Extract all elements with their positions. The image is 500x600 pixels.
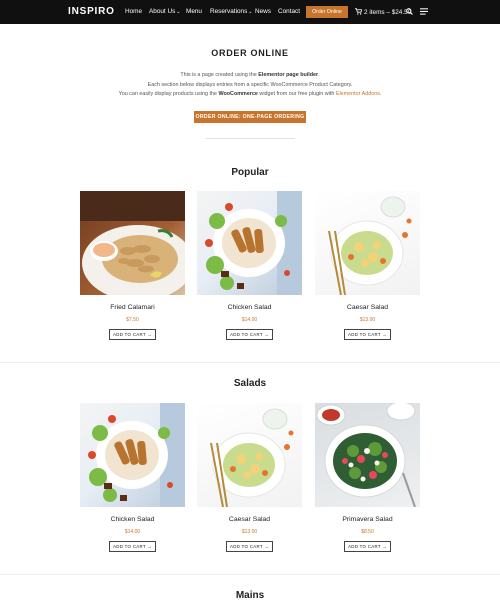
product-card: Caesar Salad $13.00 ADD TO CART →: [315, 191, 420, 340]
product-price: $13.00: [241, 529, 258, 535]
nav-label: Reservations: [210, 8, 248, 15]
intro-text: widget from our free plugin with: [257, 91, 336, 97]
chevron-down-icon: ⌄: [248, 9, 253, 15]
product-price: $14.00: [241, 317, 258, 323]
section-divider: [0, 362, 500, 363]
fried-calamari-illustration: [80, 191, 185, 295]
intro-line-1: This is a page created using the Element…: [0, 72, 500, 78]
chevron-down-icon: ⌄: [176, 9, 181, 15]
section-title-popular: Popular: [231, 167, 269, 178]
product-price: $7.50: [126, 317, 139, 323]
section-title-salads: Salads: [233, 378, 267, 389]
intro-text: .: [379, 91, 382, 97]
primavera-salad-illustration: [316, 403, 416, 507]
elementor-addons-link[interactable]: Elementor Addons: [336, 91, 380, 97]
section-title-mains: Mains: [235, 590, 265, 600]
nav-label: News: [255, 8, 271, 15]
add-to-cart-button[interactable]: ADD TO CART →: [344, 329, 391, 340]
order-online-button[interactable]: Order Online: [306, 6, 348, 18]
nav-label: Contact: [278, 8, 301, 15]
menu-icon[interactable]: [420, 8, 428, 15]
nav-about-us[interactable]: About Us⌄: [149, 8, 181, 15]
cart-summary: 2 items – $24.50: [364, 9, 412, 16]
intro-text: This is a page created using the: [180, 72, 259, 78]
nav-home[interactable]: Home: [125, 8, 142, 15]
site-header: INSPIRO Home About Us⌄ Menu Reservations…: [0, 0, 500, 24]
product-price: $13.00: [359, 317, 376, 323]
page-title: ORDER ONLINE: [211, 48, 289, 58]
product-card: Caesar Salad $13.00 ADD TO CART →: [197, 403, 302, 552]
product-image-primavera-salad[interactable]: [315, 403, 420, 507]
product-image-caesar-salad[interactable]: [197, 403, 302, 507]
chicken-salad-illustration: [88, 403, 185, 507]
section-divider: [0, 574, 500, 575]
intro-text: You can easily display products using th…: [118, 91, 219, 97]
nav-contact[interactable]: Contact: [278, 8, 300, 15]
nav-label: About Us: [149, 8, 176, 15]
nav-reservations[interactable]: Reservations⌄: [210, 8, 253, 15]
cart-icon: [355, 8, 363, 15]
product-image-caesar-salad[interactable]: [315, 191, 420, 295]
product-name[interactable]: Chicken Salad: [197, 304, 302, 311]
product-name[interactable]: Chicken Salad: [80, 516, 185, 523]
add-to-cart-button[interactable]: ADD TO CART →: [109, 541, 156, 552]
site-logo[interactable]: INSPIRO: [68, 6, 115, 17]
product-card: Primavera Salad $8.50 ADD TO CART →: [315, 403, 420, 552]
add-to-cart-button[interactable]: ADD TO CART →: [109, 329, 156, 340]
nav-menu[interactable]: Menu: [186, 8, 202, 15]
nav-news[interactable]: News: [255, 8, 271, 15]
intro-line-2: Each section below displays entries from…: [147, 82, 353, 88]
one-page-ordering-button[interactable]: ORDER ONLINE: ONE-PAGE ORDERING: [194, 111, 306, 123]
product-card: Chicken Salad $14.00 ADD TO CART →: [80, 403, 185, 552]
product-price: $14.00: [124, 529, 141, 535]
nav-label: Menu: [186, 8, 202, 15]
product-name[interactable]: Primavera Salad: [315, 516, 420, 523]
product-card: Fried Calamari $7.50 ADD TO CART →: [80, 191, 185, 340]
product-name[interactable]: Caesar Salad: [197, 516, 302, 523]
product-name[interactable]: Fried Calamari: [80, 304, 185, 311]
nav-label: Home: [125, 8, 143, 15]
caesar-salad-illustration: [328, 196, 412, 295]
search-icon[interactable]: [406, 8, 413, 15]
product-image-chicken-salad[interactable]: [197, 191, 302, 295]
cart-link[interactable]: 2 items – $24.50: [355, 8, 411, 16]
product-card: Chicken Salad $14.00 ADD TO CART →: [197, 191, 302, 340]
caesar-salad-illustration: [210, 408, 294, 507]
product-image-fried-calamari[interactable]: [80, 191, 185, 295]
intro-bold: WooCommerce: [218, 91, 258, 97]
product-name[interactable]: Caesar Salad: [315, 304, 420, 311]
intro-bold: Elementor page builder: [258, 72, 319, 78]
product-price: $8.50: [361, 529, 374, 535]
product-image-chicken-salad[interactable]: [80, 403, 185, 507]
intro-line-3: You can easily display products using th…: [0, 91, 500, 97]
chicken-salad-illustration: [205, 191, 302, 295]
intro-text: .: [318, 72, 320, 78]
divider: [205, 138, 295, 139]
add-to-cart-button[interactable]: ADD TO CART →: [226, 541, 273, 552]
add-to-cart-button[interactable]: ADD TO CART →: [344, 541, 391, 552]
add-to-cart-button[interactable]: ADD TO CART →: [226, 329, 273, 340]
